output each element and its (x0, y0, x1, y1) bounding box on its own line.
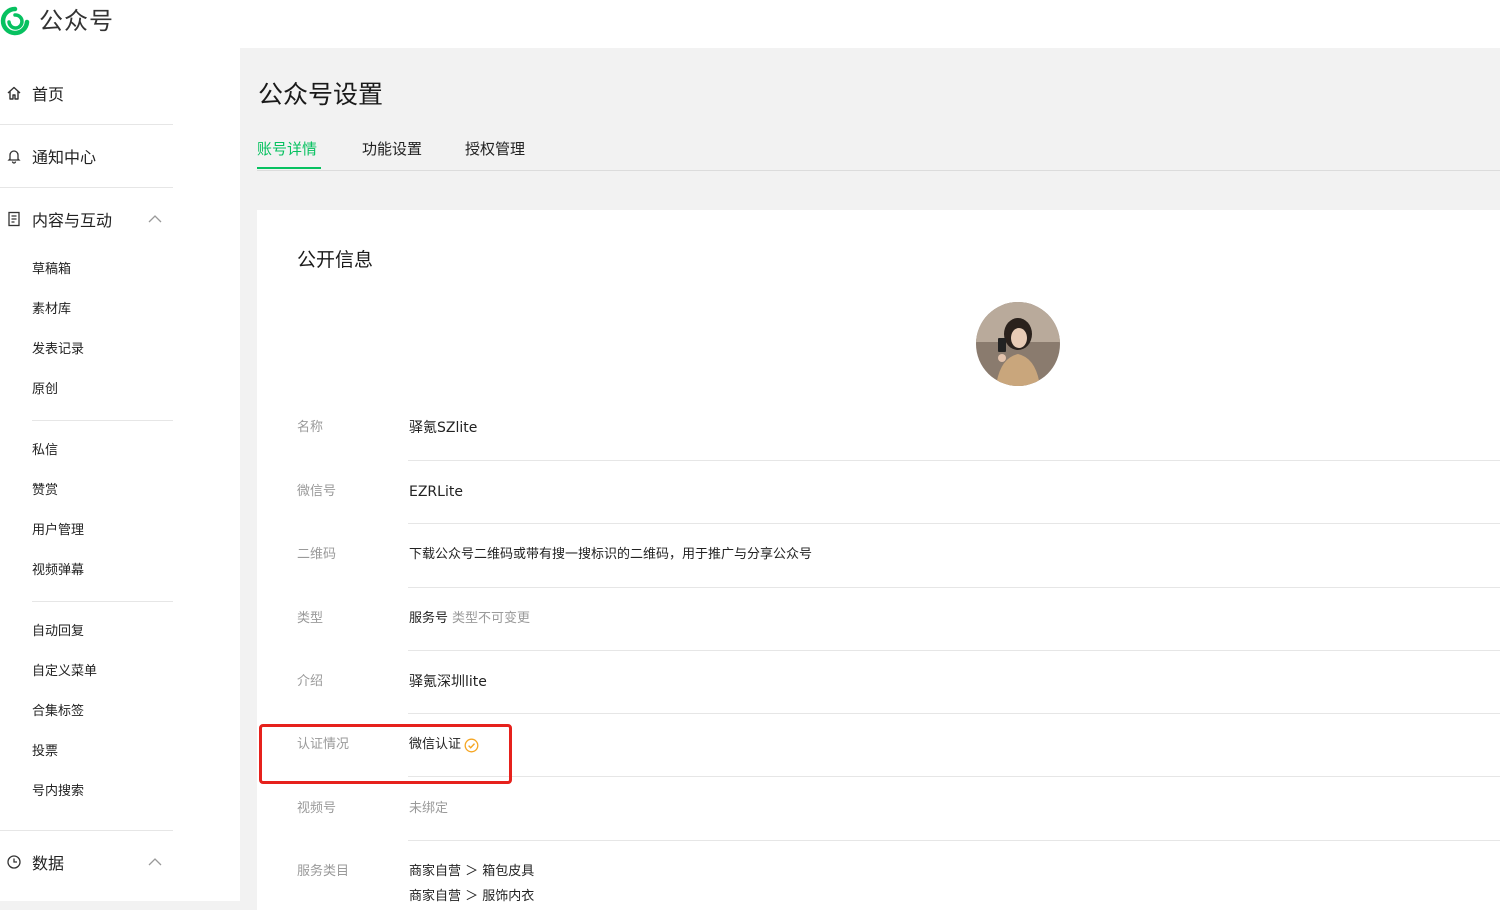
sidebar-item-user-management[interactable]: 用户管理 (32, 522, 84, 540)
sidebar-item-custom-menu[interactable]: 自定义菜单 (32, 663, 97, 681)
sidebar-divider (0, 187, 173, 188)
field-value-wechat-id: EZRLite (409, 484, 463, 500)
sidebar-item-notifications[interactable]: 通知中心 (0, 141, 96, 171)
field-value-service-category: 商家自营 ＞ 箱包皮具 (409, 864, 535, 879)
sidebar-item-vote[interactable]: 投票 (32, 743, 58, 761)
sidebar-item-video-comments[interactable]: 视频弹幕 (32, 562, 84, 580)
sidebar-item-in-account-search[interactable]: 号内搜索 (32, 783, 84, 801)
sidebar-item-messages[interactable]: 私信 (32, 442, 58, 460)
sidebar: 首页 通知中心 内容与互动 草稿箱 素材库 发表记录 原创 私信 赞赏 用户管理… (0, 48, 240, 901)
field-value-type: 服务号 类型不可变更 (409, 610, 530, 628)
row-divider (408, 587, 1500, 588)
field-label-name: 名称 (297, 420, 324, 435)
field-value-qr-code-link[interactable]: 下载公众号二维码或带有搜一搜标识的二维码，用于推广与分享公众号 (409, 546, 812, 564)
field-value-service-category-2: 商家自营 ＞ 服饰内衣 (409, 889, 535, 904)
sidebar-item-materials[interactable]: 素材库 (32, 301, 71, 319)
account-type: 服务号 (409, 611, 449, 626)
field-value-channels: 未绑定 (409, 801, 449, 816)
active-tab-indicator (257, 167, 321, 169)
sidebar-item-data[interactable]: 数据 (0, 847, 64, 877)
sidebar-item-collection-tags[interactable]: 合集标签 (32, 703, 84, 721)
sidebar-item-home[interactable]: 首页 (0, 78, 64, 108)
field-label-intro: 介绍 (297, 674, 324, 689)
row-divider (408, 840, 1500, 841)
row-divider (408, 713, 1500, 714)
type-note: 类型不可变更 (452, 611, 531, 626)
highlight-box (259, 724, 512, 784)
public-info-card: 公开信息 名称 驿氪SZlite 微信号 EZRLite 二维码 下载公众号二维… (257, 210, 1500, 910)
sidebar-item-label: 数据 (32, 854, 65, 873)
clock-icon (7, 855, 21, 869)
sidebar-item-original[interactable]: 原创 (32, 381, 58, 399)
field-value-intro: 驿氪深圳lite (409, 674, 487, 690)
home-icon (7, 86, 21, 100)
chevron-up-icon[interactable] (148, 857, 162, 867)
tab-account-details[interactable]: 账号详情 (257, 138, 317, 160)
sidebar-item-label: 通知中心 (32, 148, 97, 167)
tab-authorization-management[interactable]: 授权管理 (465, 138, 525, 160)
field-label-service-category: 服务类目 (297, 864, 350, 879)
field-value-name: 驿氪SZlite (409, 420, 478, 436)
row-divider (408, 460, 1500, 461)
field-label-qr-code: 二维码 (297, 547, 337, 562)
sidebar-item-rewards[interactable]: 赞赏 (32, 482, 58, 500)
sidebar-item-auto-reply[interactable]: 自动回复 (32, 623, 84, 641)
sidebar-divider (32, 601, 173, 602)
app-title[interactable]: 公众号 (39, 4, 114, 38)
top-bar: 公众号 (0, 0, 1500, 48)
bell-icon (7, 150, 21, 164)
page-title: 公众号设置 (258, 80, 384, 109)
section-title: 公开信息 (297, 249, 374, 271)
row-divider (408, 650, 1500, 651)
row-divider (408, 523, 1500, 524)
tab-bar: 账号详情 功能设置 授权管理 (257, 136, 1500, 171)
sidebar-item-publish-records[interactable]: 发表记录 (32, 341, 84, 359)
avatar[interactable] (976, 302, 1060, 386)
main-content: 公众号设置 账号详情 功能设置 授权管理 公开信息 名称 驿氪SZlite 微信… (240, 48, 1500, 910)
sidebar-item-drafts[interactable]: 草稿箱 (32, 261, 71, 279)
field-label-channels: 视频号 (297, 801, 337, 816)
sidebar-item-label: 内容与互动 (32, 211, 113, 230)
sidebar-divider (0, 830, 173, 831)
field-label-wechat-id: 微信号 (297, 484, 337, 499)
sidebar-item-label: 首页 (32, 85, 65, 104)
row-divider (408, 776, 1500, 777)
tab-feature-settings[interactable]: 功能设置 (362, 138, 422, 160)
sidebar-divider (32, 420, 173, 421)
chevron-up-icon[interactable] (148, 214, 162, 224)
document-icon (8, 211, 20, 227)
field-label-type: 类型 (297, 611, 324, 626)
sidebar-divider (0, 124, 173, 125)
sidebar-item-content[interactable]: 内容与互动 (0, 204, 112, 234)
app-logo-icon[interactable] (0, 5, 30, 39)
